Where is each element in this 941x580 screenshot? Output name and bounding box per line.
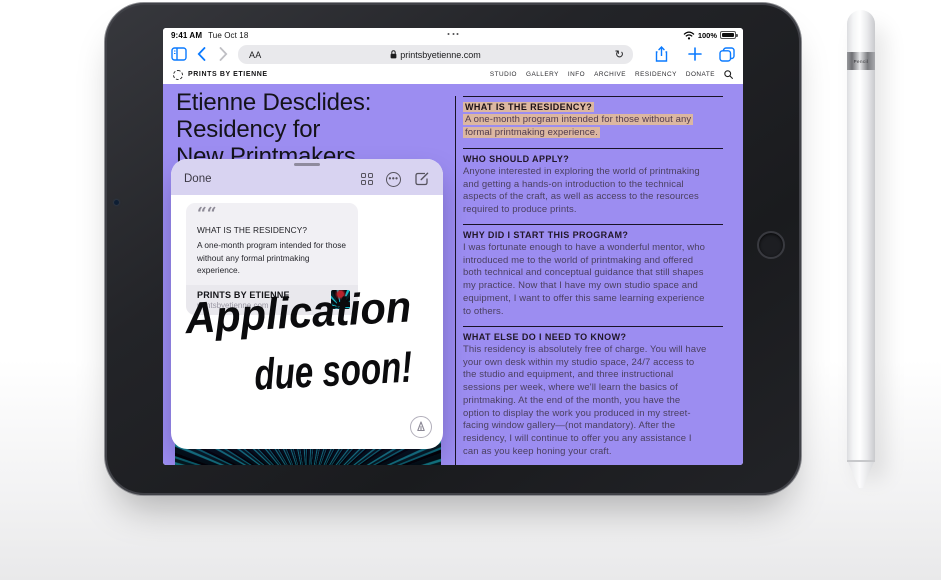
nav-item-donate[interactable]: DONATE xyxy=(686,71,715,78)
ipad-screen: 9:41 AM Tue Oct 18 100% xyxy=(163,28,743,465)
more-options-icon[interactable]: ••• xyxy=(386,172,401,187)
quote-body: A one-month program intended for those w… xyxy=(197,239,347,277)
status-date: Tue Oct 18 xyxy=(208,31,248,40)
page-title: Etienne Desclides: Residency for New Pri… xyxy=(176,89,371,170)
nav-item-studio[interactable]: STUDIO xyxy=(490,71,517,78)
battery-percent: 100% xyxy=(698,31,717,40)
markup-pen-button[interactable] xyxy=(410,416,432,438)
lock-icon xyxy=(390,50,397,59)
tabs-button[interactable] xyxy=(718,45,736,63)
section-heading: WHAT ELSE DO I NEED TO KNOW? xyxy=(463,332,626,342)
site-nav: STUDIO GALLERY INFO ARCHIVE RESIDENCY DO… xyxy=(490,70,733,79)
handwriting-line-2: due soon! xyxy=(253,343,413,400)
marketing-scene: 9:41 AM Tue Oct 18 100% xyxy=(0,0,941,580)
battery-icon xyxy=(720,31,736,39)
apple-pencil-tip xyxy=(847,462,875,488)
sidebar-icon xyxy=(171,47,187,61)
section-body: I was fortunate enough to have a wonderf… xyxy=(463,242,705,317)
section-who-should-apply: WHO SHOULD APPLY? Anyone interested in e… xyxy=(463,148,723,217)
handwriting-line-1: Application xyxy=(183,283,412,344)
drag-handle[interactable] xyxy=(294,163,320,166)
apple-pencil-label: Pencil xyxy=(854,59,869,64)
nav-item-archive[interactable]: ARCHIVE xyxy=(594,71,626,78)
share-icon xyxy=(655,46,668,62)
nav-item-residency[interactable]: RESIDENCY xyxy=(635,71,677,78)
section-body: This residency is absolutely free of cha… xyxy=(463,344,706,457)
wifi-icon xyxy=(683,31,695,40)
section-body-highlighted: A one-month program intended for those w… xyxy=(463,114,693,138)
new-tab-button[interactable] xyxy=(686,45,704,63)
reload-icon[interactable]: ↻ xyxy=(615,49,624,60)
nav-item-info[interactable]: INFO xyxy=(568,71,585,78)
site-header: PRINTS BY ETIENNE STUDIO GALLERY INFO AR… xyxy=(163,65,743,84)
search-icon[interactable] xyxy=(724,70,733,79)
status-time-date: 9:41 AM Tue Oct 18 xyxy=(171,31,248,40)
plus-icon xyxy=(688,47,702,61)
compose-icon[interactable] xyxy=(414,171,430,187)
status-bar: 9:41 AM Tue Oct 18 100% xyxy=(163,28,743,43)
apple-pencil-body xyxy=(847,10,875,462)
status-time: 9:41 AM xyxy=(171,31,202,40)
multitasking-dots-icon[interactable] xyxy=(448,33,459,35)
address-bar[interactable]: AA printsbyetienne.com ↻ xyxy=(238,45,633,64)
reader-text-size-button[interactable]: AA xyxy=(249,50,262,60)
sidebar-toggle-button[interactable] xyxy=(170,45,188,63)
apple-pencil-seam xyxy=(847,460,875,462)
url-text: printsbyetienne.com xyxy=(400,50,481,60)
handwritten-note[interactable]: Application due soon! xyxy=(171,277,443,412)
done-button[interactable]: Done xyxy=(184,173,212,185)
section-what-else-to-know: WHAT ELSE DO I NEED TO KNOW? This reside… xyxy=(463,326,723,458)
site-brand[interactable]: PRINTS BY ETIENNE xyxy=(188,71,268,78)
quick-note-panel: Done ••• ““ WHAT IS THE RESIDENCY? xyxy=(171,159,443,449)
notes-grid-icon[interactable] xyxy=(361,173,373,185)
section-why-did-i-start: WHY DID I START THIS PROGRAM? I was fort… xyxy=(463,224,723,318)
back-button[interactable] xyxy=(192,45,210,63)
chevron-right-icon xyxy=(219,47,228,61)
forward-button[interactable] xyxy=(214,45,232,63)
front-camera xyxy=(114,200,119,205)
section-heading: WHO SHOULD APPLY? xyxy=(463,154,569,164)
pen-nib-icon xyxy=(416,421,426,433)
chevron-left-icon xyxy=(197,47,206,61)
safari-toolbar: AA printsbyetienne.com ↻ xyxy=(163,43,743,65)
quote-heading: WHAT IS THE RESIDENCY? xyxy=(197,225,347,235)
apple-pencil: Pencil xyxy=(847,10,875,488)
ipad-device: 9:41 AM Tue Oct 18 100% xyxy=(104,2,802,496)
home-button[interactable] xyxy=(757,231,785,259)
quote-icon: ““ xyxy=(197,209,347,219)
section-heading: WHY DID I START THIS PROGRAM? xyxy=(463,230,628,240)
nav-item-gallery[interactable]: GALLERY xyxy=(526,71,559,78)
apple-pencil-band: Pencil xyxy=(847,52,875,70)
section-heading: WHAT IS THE RESIDENCY? xyxy=(463,102,594,112)
site-logo-icon[interactable] xyxy=(173,70,183,80)
section-body: Anyone interested in exploring the world… xyxy=(463,166,700,215)
section-what-is-residency: WHAT IS THE RESIDENCY? A one-month progr… xyxy=(463,96,723,139)
tabs-icon xyxy=(719,47,735,62)
column-divider xyxy=(455,96,456,465)
share-button[interactable] xyxy=(652,45,670,63)
